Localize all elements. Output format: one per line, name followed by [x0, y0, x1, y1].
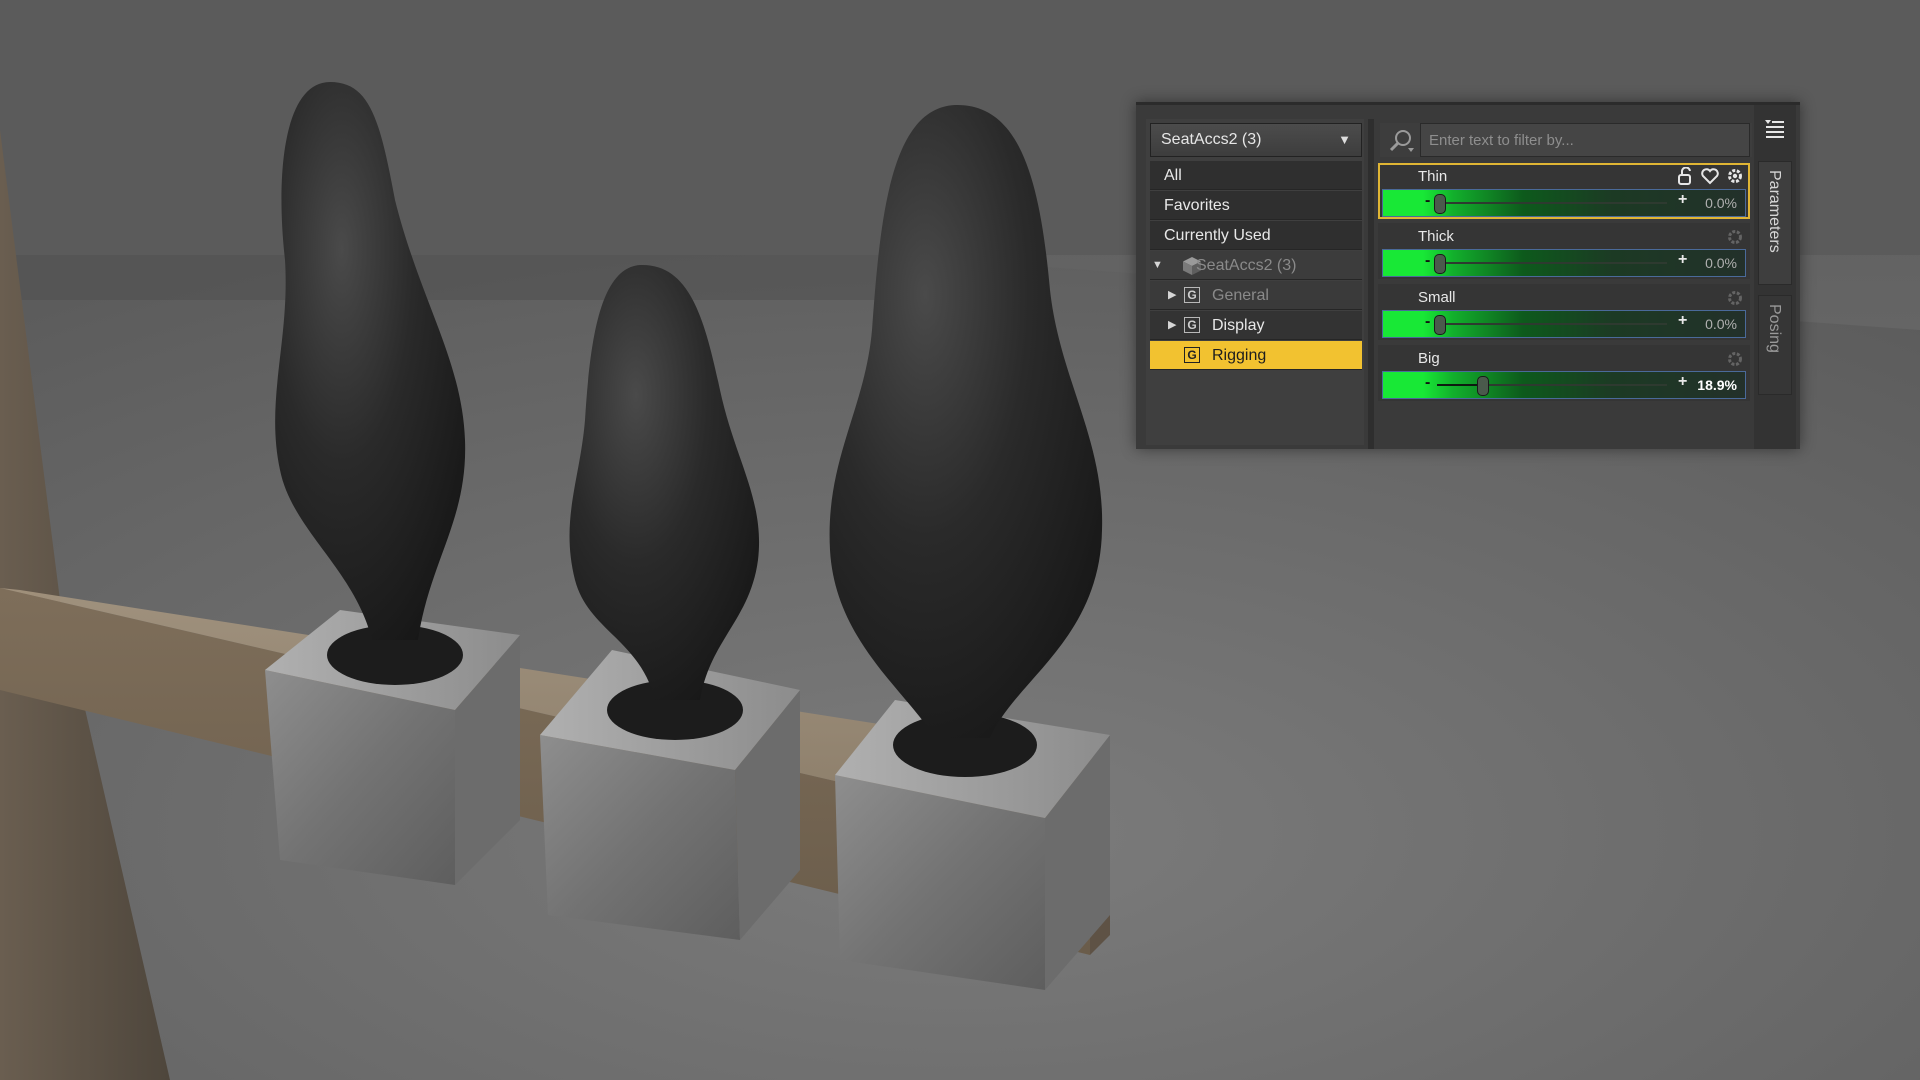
- param-value[interactable]: 0.0%: [1705, 255, 1737, 271]
- increment-button[interactable]: +: [1678, 312, 1687, 330]
- slider-handle[interactable]: [1477, 376, 1490, 396]
- slider-rail: [1434, 254, 1667, 274]
- tree-item-rigging[interactable]: G Rigging: [1150, 341, 1362, 370]
- param-value[interactable]: 0.0%: [1705, 195, 1737, 211]
- decrement-button[interactable]: -: [1425, 313, 1430, 331]
- slider-rail: [1434, 194, 1667, 214]
- param-row-thick: Thick - + 0.0%: [1378, 223, 1750, 279]
- param-row-small: Small - + 0.0%: [1378, 284, 1750, 340]
- tree-item-label: Favorites: [1164, 197, 1230, 214]
- group-icon: G: [1184, 347, 1200, 363]
- pane-splitter[interactable]: [1368, 119, 1374, 449]
- param-label: Small: [1418, 289, 1456, 306]
- param-row-big: Big - + 18.9%: [1378, 345, 1750, 401]
- param-row-thin: Thin - + 0.0%: [1378, 163, 1750, 219]
- decrement-button[interactable]: -: [1425, 252, 1430, 270]
- gear-icon[interactable]: [1726, 167, 1744, 185]
- group-icon: G: [1184, 287, 1200, 303]
- decrement-button[interactable]: -: [1425, 192, 1430, 210]
- search-icon[interactable]: [1388, 129, 1414, 153]
- param-label: Thick: [1418, 228, 1454, 245]
- gear-icon[interactable]: [1726, 350, 1744, 368]
- chevron-down-icon: ▼: [1338, 132, 1351, 147]
- value-slider[interactable]: - + 0.0%: [1382, 310, 1746, 338]
- tree-item-label: Display: [1212, 317, 1265, 334]
- value-slider[interactable]: - + 0.0%: [1382, 189, 1746, 217]
- tab-posing[interactable]: Posing: [1758, 295, 1792, 395]
- slider-rail: [1437, 376, 1667, 396]
- lock-icon[interactable]: [1677, 166, 1693, 185]
- node-selector-label: SeatAccs2 (3): [1161, 131, 1262, 148]
- param-icons: [1674, 166, 1744, 185]
- param-label: Big: [1418, 350, 1440, 367]
- param-value[interactable]: 18.9%: [1697, 377, 1737, 393]
- tree-item-node[interactable]: ▼ SeatAccs2 (3): [1150, 251, 1362, 280]
- parameters-panel: SeatAccs2 (3) ▼ All Favorites Currently …: [1136, 102, 1800, 449]
- tree-item-label: Rigging: [1212, 347, 1267, 364]
- tree-item-label: General: [1212, 287, 1269, 304]
- slider-rail: [1434, 315, 1667, 335]
- slider-handle[interactable]: [1434, 254, 1446, 274]
- group-icon: G: [1184, 317, 1200, 333]
- tree-item-currently-used[interactable]: Currently Used: [1150, 221, 1362, 250]
- increment-button[interactable]: +: [1678, 373, 1687, 391]
- expand-arrow-icon[interactable]: ▼: [1152, 251, 1163, 280]
- gear-icon[interactable]: [1726, 289, 1744, 307]
- heart-icon[interactable]: [1700, 167, 1719, 185]
- tree-item-display[interactable]: ▶ G Display: [1150, 311, 1362, 340]
- param-value[interactable]: 0.0%: [1705, 316, 1737, 332]
- filter-input[interactable]: [1420, 123, 1750, 157]
- slider-fill: [1437, 384, 1481, 386]
- filter-bar: [1380, 123, 1752, 157]
- node-selector-dropdown[interactable]: SeatAccs2 (3) ▼: [1150, 123, 1362, 157]
- tree-item-favorites[interactable]: Favorites: [1150, 191, 1362, 220]
- tree-item-all[interactable]: All: [1150, 161, 1362, 190]
- tree-item-label: Currently Used: [1164, 227, 1271, 244]
- value-slider[interactable]: - + 0.0%: [1382, 249, 1746, 277]
- tree-item-label: SeatAccs2 (3): [1196, 257, 1297, 274]
- value-slider[interactable]: - + 18.9%: [1382, 371, 1746, 399]
- decrement-button[interactable]: -: [1425, 374, 1430, 392]
- collapsed-arrow-icon[interactable]: ▶: [1168, 311, 1176, 340]
- side-tab-strip: Parameters Posing: [1754, 105, 1796, 449]
- collapsed-arrow-icon[interactable]: ▶: [1168, 281, 1176, 310]
- slider-handle[interactable]: [1434, 194, 1446, 214]
- tab-label: Parameters: [1766, 170, 1783, 253]
- tree-item-label: All: [1164, 167, 1182, 184]
- slider-handle[interactable]: [1434, 315, 1446, 335]
- tab-parameters[interactable]: Parameters: [1758, 161, 1792, 285]
- tab-label: Posing: [1766, 304, 1783, 353]
- increment-button[interactable]: +: [1678, 191, 1687, 209]
- increment-button[interactable]: +: [1678, 251, 1687, 269]
- tree-item-general[interactable]: ▶ G General: [1150, 281, 1362, 310]
- gear-icon[interactable]: [1726, 228, 1744, 246]
- panel-menu-icon[interactable]: [1762, 117, 1786, 141]
- param-label: Thin: [1418, 168, 1448, 185]
